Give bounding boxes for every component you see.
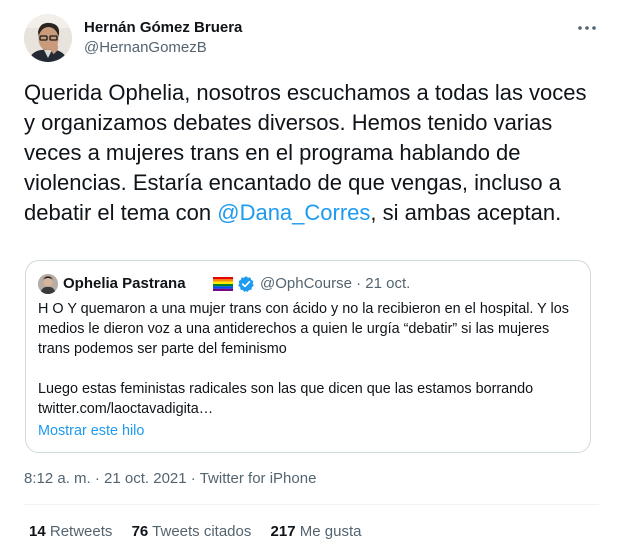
- show-thread-link[interactable]: Mostrar este hilo: [38, 423, 144, 439]
- more-options-button[interactable]: [575, 18, 599, 38]
- quoted-tweet-body: H O Y quemaron a una mujer trans con áci…: [38, 299, 578, 419]
- divider: [24, 504, 599, 505]
- rainbow-flag-icon: [213, 277, 233, 291]
- author-name[interactable]: Hernán Gómez Bruera: [84, 19, 242, 36]
- verified-badge-icon: [238, 276, 254, 293]
- tweet-meta: 8:12 a. m. · 21 oct. 2021 · Twitter for …: [24, 470, 316, 487]
- quoted-paragraph-1: H O Y quemaron a una mujer trans con áci…: [38, 301, 569, 357]
- likes-label: Me gusta: [299, 523, 362, 540]
- retweets-stat[interactable]: 14 Retweets: [29, 523, 112, 540]
- quoted-author-avatar[interactable]: [38, 274, 58, 294]
- author-handle[interactable]: @HernanGomezB: [84, 39, 207, 56]
- tweet-source[interactable]: Twitter for iPhone: [200, 470, 317, 487]
- tweet-stats: 14 Retweets 76 Tweets citados 217 Me gus…: [29, 523, 376, 540]
- likes-stat[interactable]: 217 Me gusta: [271, 523, 362, 540]
- author-avatar[interactable]: [24, 14, 72, 62]
- retweets-label: Retweets: [49, 523, 113, 540]
- likes-count: 217: [270, 523, 296, 540]
- quoted-paragraph-2: Luego estas feministas radicales son las…: [38, 381, 534, 417]
- meta-separator: ·: [190, 470, 196, 487]
- quotes-count: 76: [131, 523, 149, 540]
- quotes-label: Tweets citados: [152, 523, 252, 540]
- more-dots-icon: [578, 26, 596, 30]
- quote-tweets-stat[interactable]: 76 Tweets citados: [132, 523, 252, 540]
- mention-link[interactable]: @Dana_Corres: [217, 200, 370, 225]
- quoted-author-name[interactable]: Ophelia Pastrana: [63, 275, 186, 292]
- quoted-tweet[interactable]: Ophelia Pastrana @OphCourse · 21 oct. H …: [25, 260, 591, 453]
- retweets-count: 14: [29, 523, 46, 540]
- tweet-timestamp[interactable]: 8:12 a. m. · 21 oct. 2021: [24, 470, 187, 487]
- tweet-header: Hernán Gómez Bruera @HernanGomezB: [24, 14, 599, 64]
- quoted-author-handle-date[interactable]: @OphCourse · 21 oct.: [260, 275, 410, 292]
- tweet-text: Querida Ophelia, nosotros escuchamos a t…: [24, 78, 599, 228]
- tweet-text-end: , si ambas aceptan.: [370, 200, 562, 225]
